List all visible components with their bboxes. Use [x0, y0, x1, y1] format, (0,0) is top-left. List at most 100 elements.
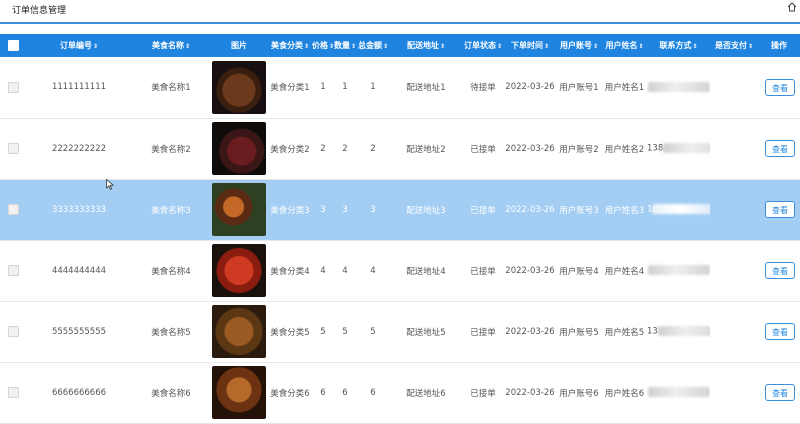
category-cell: 美食分类1	[270, 83, 310, 94]
category-cell: 美食分类2	[270, 144, 310, 155]
food-name-cell: 美食名称1	[151, 83, 191, 94]
total-cell: 5	[370, 326, 376, 337]
table-row[interactable]: 5555555555 美食名称5 美食分类5 5 5 5 配送地址5 已接单 2…	[0, 301, 800, 362]
row-checkbox[interactable]	[7, 143, 19, 154]
user-name-cell: 用户姓名1	[604, 83, 645, 94]
sort-icon[interactable]: ⇕	[593, 43, 598, 50]
view-button[interactable]: 查看	[765, 384, 795, 401]
col-header-account[interactable]: 用户账号⇕	[556, 34, 602, 57]
view-button[interactable]: 查看	[765, 201, 795, 218]
row-checkbox[interactable]	[7, 81, 19, 93]
col-header-actions: 操作	[771, 41, 787, 50]
sort-icon[interactable]: ⇕	[93, 43, 98, 50]
mouse-cursor-icon	[106, 179, 114, 190]
sort-icon[interactable]: ⇕	[304, 43, 309, 50]
page-header: 订单信息管理	[0, 0, 800, 23]
account-cell: 用户账号3	[559, 205, 599, 216]
table-row[interactable]: 2222222222 美食名称2 美食分类2 2 2 2 配送地址2 已接单 2…	[0, 118, 800, 179]
view-button[interactable]: 查看	[765, 323, 795, 340]
contact-cell	[647, 362, 710, 423]
page-title: 订单信息管理	[12, 6, 67, 16]
actions-cell: 查看修改	[758, 57, 800, 118]
sort-icon[interactable]: ⇕	[351, 43, 356, 50]
view-button[interactable]: 查看	[765, 262, 795, 279]
order-table: 订单编号⇕ 美食名称⇕ 图片 美食分类⇕ 价格⇕ 数量⇕ 总金额⇕ 配送地址⇕ …	[0, 34, 800, 424]
actions-cell: 查看修改	[758, 179, 800, 240]
select-all-cell[interactable]	[0, 34, 26, 57]
qty-cell: 2	[342, 143, 348, 154]
col-header-image: 图片	[231, 41, 247, 50]
actions-cell: 查看修改	[758, 240, 800, 301]
sort-icon[interactable]: ⇕	[497, 43, 502, 50]
time-cell: 2022-03-26	[505, 387, 555, 398]
col-header-time[interactable]: 下单时间⇕	[504, 34, 556, 57]
paid-cell	[710, 240, 758, 301]
user-name-cell: 用户姓名2	[604, 144, 645, 155]
table-row[interactable]: 6666666666 美食名称6 美食分类6 6 6 6 配送地址6 已接单 2…	[0, 362, 800, 423]
table-row[interactable]: 1111111111 美食名称1 美食分类1 1 1 1 配送地址1 待接单 2…	[0, 57, 800, 118]
col-header-category[interactable]: 美食分类⇕	[268, 34, 312, 57]
account-cell: 用户账号2	[559, 144, 599, 155]
category-cell: 美食分类6	[270, 388, 310, 399]
col-header-paid[interactable]: 是否支付⇕	[710, 34, 758, 57]
redacted-blur	[663, 143, 710, 154]
col-header-user-name[interactable]: 用户姓名⇕	[602, 34, 647, 57]
col-header-food-name[interactable]: 美食名称⇕	[132, 34, 210, 57]
table-row[interactable]: 4444444444 美食名称4 美食分类4 4 4 4 配送地址4 已接单 2…	[0, 240, 800, 301]
qty-cell: 3	[342, 204, 348, 215]
row-checkbox[interactable]	[7, 387, 19, 398]
order-no-cell: 3333333333	[51, 204, 107, 215]
sort-icon[interactable]: ⇕	[692, 43, 697, 50]
address-cell: 配送地址4	[406, 266, 446, 277]
status-cell: 已接单	[470, 205, 496, 216]
col-header-contact[interactable]: 联系方式⇕	[647, 34, 710, 57]
price-cell: 5	[320, 326, 326, 337]
redacted-blur	[652, 204, 710, 215]
qty-cell: 1	[342, 82, 348, 93]
sort-icon[interactable]: ⇕	[383, 43, 388, 50]
row-checkbox[interactable]	[7, 326, 19, 337]
user-name-cell: 用户姓名4	[604, 266, 645, 277]
total-cell: 2	[370, 143, 376, 154]
total-cell: 4	[370, 265, 376, 276]
paid-cell	[710, 57, 758, 118]
home-icon[interactable]	[787, 2, 797, 12]
sort-icon[interactable]: ⇕	[185, 43, 190, 50]
contact-visible-text: 138	[647, 143, 664, 154]
view-button[interactable]: 查看	[765, 78, 795, 96]
account-cell: 用户账号1	[559, 83, 599, 94]
time-cell: 2022-03-26	[505, 204, 555, 215]
col-header-qty[interactable]: 数量⇕	[334, 34, 356, 57]
sort-icon[interactable]: ⇕	[748, 43, 753, 50]
col-header-total[interactable]: 总金额⇕	[356, 34, 390, 57]
paid-cell	[710, 301, 758, 362]
sort-icon[interactable]: ⇕	[440, 43, 445, 50]
contact-cell	[647, 240, 710, 301]
address-cell: 配送地址6	[406, 388, 446, 399]
price-cell: 1	[320, 82, 326, 93]
price-cell: 3	[320, 204, 326, 215]
time-cell: 2022-03-26	[505, 82, 555, 93]
order-no-cell: 2222222222	[51, 143, 107, 154]
sort-icon[interactable]: ⇕	[544, 43, 549, 50]
row-checkbox[interactable]	[7, 265, 19, 276]
redacted-blur	[647, 265, 710, 276]
col-header-price[interactable]: 价格⇕	[312, 34, 334, 57]
redacted-blur	[647, 387, 710, 398]
view-button[interactable]: 查看	[765, 140, 795, 157]
order-no-cell: 6666666666	[51, 387, 107, 398]
user-name-cell: 用户姓名6	[604, 388, 645, 399]
row-checkbox[interactable]	[7, 204, 19, 215]
total-cell: 3	[370, 204, 376, 215]
select-all-checkbox[interactable]	[7, 40, 19, 51]
col-header-order-no[interactable]: 订单编号⇕	[26, 34, 132, 57]
address-cell: 配送地址5	[406, 327, 446, 338]
col-header-address[interactable]: 配送地址⇕	[390, 34, 462, 57]
contact-cell: 1	[647, 179, 710, 240]
col-header-status[interactable]: 订单状态⇕	[462, 34, 504, 57]
table-header-row: 订单编号⇕ 美食名称⇕ 图片 美食分类⇕ 价格⇕ 数量⇕ 总金额⇕ 配送地址⇕ …	[0, 34, 800, 57]
sort-icon[interactable]: ⇕	[638, 43, 643, 50]
table-row-selected[interactable]: 3333333333 美食名称3 美食分类3 3 3 3 配送地址3 已接单 2…	[0, 179, 800, 240]
user-name-cell: 用户姓名3	[604, 205, 645, 216]
qty-cell: 6	[342, 387, 348, 398]
